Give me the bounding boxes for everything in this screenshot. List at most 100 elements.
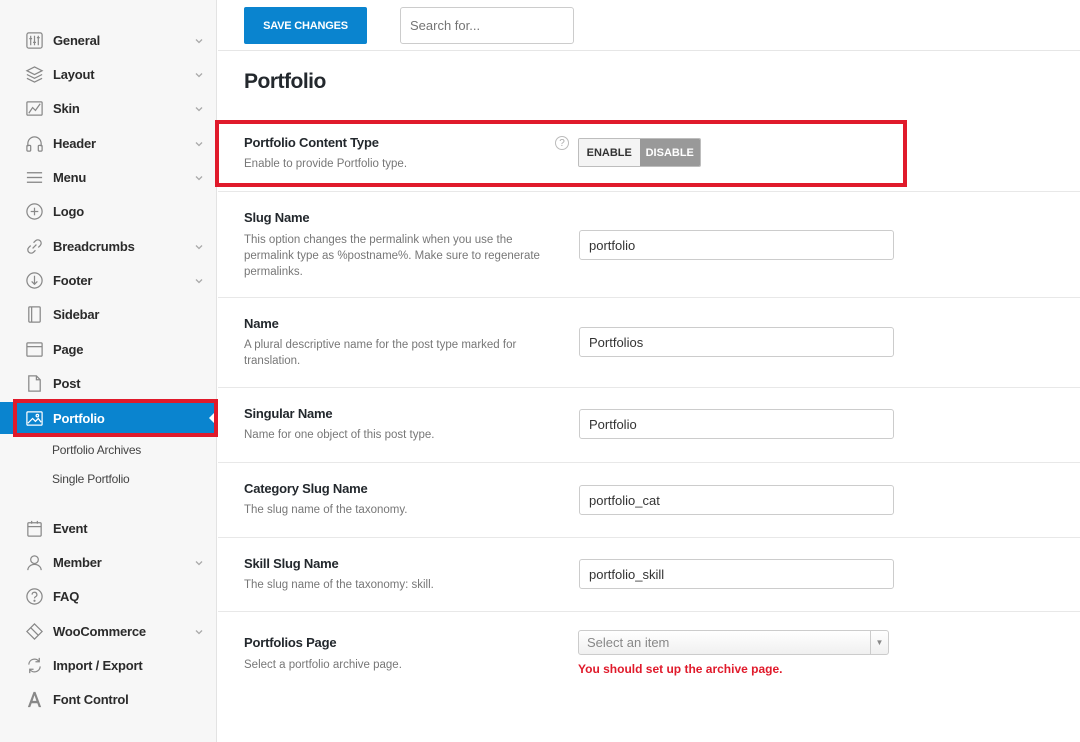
sidebar-item-portfolio[interactable]: Portfolio [0, 402, 217, 434]
divider [218, 462, 1080, 463]
arrow-down-circle-icon [25, 271, 44, 290]
slug-name-input[interactable] [579, 230, 894, 260]
chevron-down-icon[interactable] [193, 102, 205, 114]
sidebar-item-label: Import / Export [53, 657, 143, 673]
page-title: Portfolio [244, 70, 326, 93]
error-message: You should set up the archive page. [578, 662, 783, 676]
sidebar-item-breadcrumbs[interactable]: Breadcrumbs [0, 230, 217, 262]
calendar-icon [25, 519, 44, 538]
sidebar-subitem-single-portfolio[interactable]: Single Portfolio [52, 472, 130, 486]
question-circle-icon [25, 587, 44, 606]
link-icon [25, 237, 44, 256]
field-title: Slug Name [244, 210, 310, 225]
sidebar-item-label: Skin [53, 100, 80, 116]
field-title: Skill Slug Name [244, 556, 339, 571]
chevron-down-icon[interactable] [193, 556, 205, 568]
divider [218, 537, 1080, 538]
post-icon [25, 374, 44, 393]
field-description: The slug name of the taxonomy. [244, 504, 408, 516]
import-export-icon [25, 656, 44, 675]
sidebar-item-faq[interactable]: FAQ [0, 580, 217, 612]
sidebar-item-import-export[interactable]: Import / Export [0, 649, 217, 681]
sidebar-item-logo[interactable]: Logo [0, 195, 217, 227]
sidebar-item-label: Page [53, 341, 84, 357]
divider [218, 387, 1080, 388]
sliders-icon [25, 31, 44, 50]
sidebar-item-label: Header [53, 135, 96, 151]
divider [218, 611, 1080, 612]
category-slug-input[interactable] [579, 485, 894, 515]
field-title: Portfolios Page [244, 635, 337, 650]
save-button[interactable]: SAVE CHANGES [244, 7, 367, 44]
sidebar-item-general[interactable]: General [0, 24, 217, 56]
sidebar-item-label: Breadcrumbs [53, 238, 135, 254]
chevron-down-icon[interactable] [193, 625, 205, 637]
sidebar-item-label: Sidebar [53, 306, 100, 322]
field-description: Enable to provide Portfolio type. [244, 158, 408, 170]
sidebar-item-label: Menu [53, 169, 87, 185]
caret-down-icon[interactable]: ▼ [870, 631, 888, 654]
sidebar-item-footer[interactable]: Footer [0, 264, 217, 296]
sidebar-item-layout[interactable]: Layout [0, 58, 217, 90]
sidebar-item-label: Logo [53, 203, 84, 219]
sidebar-item-label: Footer [53, 272, 93, 288]
field-description: This option changes the permalink when y… [244, 234, 540, 278]
select-placeholder: Select an item [587, 635, 670, 650]
field-title: Portfolio Content Type [244, 135, 379, 150]
headphones-icon [25, 134, 44, 153]
page-icon [25, 340, 44, 359]
woocommerce-icon [25, 622, 44, 641]
skin-icon [25, 99, 44, 118]
menu-icon [25, 168, 44, 187]
sidebar-item-label: WooCommerce [53, 623, 146, 639]
sidebar-item-header[interactable]: Header [0, 127, 217, 159]
sidebar-item-member[interactable]: Member [0, 546, 217, 578]
content-type-toggle: ENABLE DISABLE [578, 138, 701, 167]
sidebar-item-label: Member [53, 554, 102, 570]
chevron-down-icon[interactable] [193, 240, 205, 252]
sidebar: General Layout Skin Header Menu Logo Bre… [0, 0, 218, 742]
field-description: The slug name of the taxonomy: skill. [244, 579, 434, 591]
help-icon[interactable]: ? [555, 136, 569, 150]
field-title: Category Slug Name [244, 481, 368, 496]
field-title: Singular Name [244, 406, 333, 421]
sidebar-item-label: Layout [53, 66, 95, 82]
plus-circle-icon [25, 202, 44, 221]
sidebar-subitem-portfolio-archives[interactable]: Portfolio Archives [52, 443, 141, 457]
chevron-down-icon[interactable] [193, 171, 205, 183]
highlight-outline [215, 120, 907, 187]
sidebar-item-label: FAQ [53, 588, 80, 604]
sidebar-item-font-control[interactable]: Font Control [0, 683, 217, 715]
field-description: Name for one object of this post type. [244, 429, 435, 441]
singular-name-input[interactable] [579, 409, 894, 439]
field-description: A plural descriptive name for the post t… [244, 339, 517, 367]
sidebar-item-label: Font Control [53, 691, 129, 707]
sidebar-item-label: General [53, 32, 101, 48]
sidebar-item-menu[interactable]: Menu [0, 161, 217, 193]
disable-button[interactable]: DISABLE [639, 139, 700, 166]
layers-icon [25, 65, 44, 84]
sidebar-item-event[interactable]: Event [0, 512, 217, 544]
sidebar-item-label: Post [53, 375, 81, 391]
sidebar-item-label: Event [53, 520, 88, 536]
sidebar-item-page[interactable]: Page [0, 333, 217, 365]
search-input[interactable] [400, 7, 574, 44]
chevron-down-icon[interactable] [193, 34, 205, 46]
user-icon [25, 553, 44, 572]
enable-button[interactable]: ENABLE [579, 139, 640, 166]
portfolios-page-select[interactable]: Select an item ▼ [578, 630, 889, 655]
sidebar-item-post[interactable]: Post [0, 367, 217, 399]
skill-slug-input[interactable] [579, 559, 894, 589]
name-input[interactable] [579, 327, 894, 357]
font-icon [25, 690, 44, 709]
field-title: Name [244, 316, 279, 331]
image-icon [25, 409, 44, 428]
sidebar-item-woocommerce[interactable]: WooCommerce [0, 615, 217, 647]
chevron-down-icon[interactable] [193, 137, 205, 149]
chevron-down-icon[interactable] [193, 274, 205, 286]
divider [218, 191, 1080, 192]
active-indicator [209, 412, 215, 424]
sidebar-item-sidebar[interactable]: Sidebar [0, 298, 217, 330]
chevron-down-icon[interactable] [193, 68, 205, 80]
sidebar-item-skin[interactable]: Skin [0, 92, 217, 124]
